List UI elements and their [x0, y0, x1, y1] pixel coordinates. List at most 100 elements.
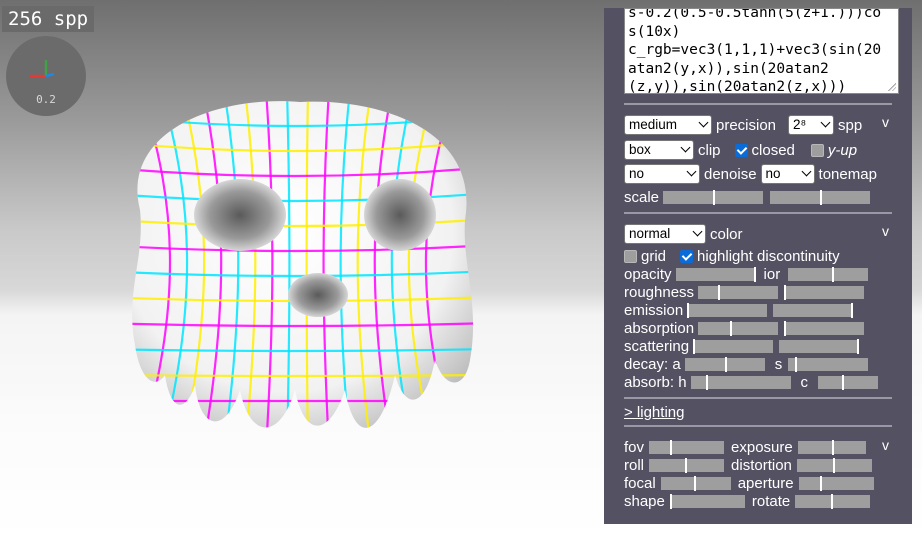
slider-thumb[interactable] [832, 457, 835, 473]
closed-checkbox[interactable] [734, 143, 748, 157]
chevron-down-icon [680, 142, 691, 153]
focal-slider[interactable] [660, 475, 731, 491]
expression-editor[interactable]: s-0.2(0.5-0.5tanh(5(z+1.)))co s(10x) c_rgb… [624, 8, 899, 94]
aperture-label: aperture [737, 474, 794, 492]
slider-thumb[interactable] [820, 189, 823, 205]
spp-counter: 256 spp [2, 6, 95, 32]
slider-thumb[interactable] [713, 189, 716, 205]
rotate-slider[interactable] [795, 493, 871, 509]
emission-slider[interactable] [687, 302, 768, 318]
slider-thumb[interactable] [784, 320, 787, 336]
slider-thumb[interactable] [694, 475, 697, 491]
slider-thumb[interactable] [851, 302, 854, 318]
slider-thumb[interactable] [842, 374, 845, 390]
color-mode-select[interactable]: normal [624, 224, 706, 244]
opacity-label: opacity [624, 265, 672, 283]
divider [624, 212, 892, 214]
slider-thumb[interactable] [730, 320, 733, 336]
shape-label: shape [624, 492, 665, 510]
tonemap-select[interactable]: no [760, 164, 815, 184]
right-eye-hole [364, 179, 436, 251]
fov-label: fov [624, 438, 645, 456]
chevron-down-icon [801, 166, 811, 177]
chevron-down-icon [698, 117, 709, 128]
slider-thumb[interactable] [753, 266, 756, 282]
slider-thumb[interactable] [718, 284, 721, 300]
code-line: c_rgb=vec3(1,1,1)+vec3(sin(20 [628, 42, 882, 58]
lighting-section-link[interactable]: > lighting [624, 404, 684, 421]
grid-checkbox[interactable] [624, 249, 637, 263]
distortion-label: distortion [731, 456, 792, 474]
nose-hole [288, 273, 348, 317]
slider-thumb[interactable] [832, 266, 835, 282]
roll-slider[interactable] [649, 457, 725, 473]
rendered-skull-object [132, 101, 474, 428]
absorption-slider-b[interactable] [784, 320, 865, 336]
slider-thumb[interactable] [693, 338, 696, 354]
spp-label: spp [838, 116, 863, 134]
control-panel: s-0.2(0.5-0.5tanh(5(z+1.)))co s(10x) c_rgb… [604, 8, 912, 524]
spp-select[interactable]: 2⁸ [788, 115, 835, 135]
fov-slider[interactable] [649, 439, 725, 455]
scale-slider-b[interactable] [770, 189, 871, 205]
render-section-toggle[interactable]: v [882, 114, 889, 130]
absorb-h-label: absorb: h [624, 373, 687, 391]
clip-select[interactable]: box [624, 140, 694, 160]
denoise-select[interactable]: no [624, 164, 700, 184]
axis-gizmo[interactable]: 0.2 [6, 36, 86, 116]
yup-checkbox[interactable] [810, 143, 824, 157]
opacity-slider[interactable] [675, 266, 756, 282]
slider-thumb[interactable] [831, 493, 834, 509]
decay-a-slider[interactable] [684, 356, 765, 372]
aperture-slider[interactable] [798, 475, 874, 491]
slider-thumb[interactable] [669, 493, 672, 509]
slider-thumb[interactable] [831, 439, 834, 455]
slider-thumb[interactable] [794, 356, 797, 372]
emission-label: emission [624, 301, 684, 319]
chevron-down-icon [820, 117, 831, 128]
scale-slider-a[interactable] [663, 189, 764, 205]
grid-label: grid [641, 247, 667, 265]
distortion-slider[interactable] [796, 457, 872, 473]
slider-thumb[interactable] [724, 356, 727, 372]
absorption-slider[interactable] [698, 320, 779, 336]
exposure-label: exposure [731, 438, 793, 456]
slider-thumb[interactable] [705, 374, 708, 390]
decay-s-slider[interactable] [788, 356, 869, 372]
code-line: (z,y)),sin(20atan2(z,x))) [628, 79, 847, 94]
chevron-down-icon [692, 226, 703, 237]
precision-select[interactable]: medium [624, 115, 712, 135]
chevron-down-icon [686, 166, 697, 177]
slider-thumb[interactable] [857, 338, 860, 354]
code-line: s-0.2(0.5-0.5tanh(5(z+1.)))co [628, 8, 882, 21]
clip-label: clip [698, 141, 721, 159]
emission-slider-b[interactable] [773, 302, 854, 318]
scattering-slider[interactable] [693, 338, 774, 354]
shape-slider[interactable] [669, 493, 745, 509]
yup-label: y-up [827, 141, 858, 159]
absorb-h-slider[interactable] [690, 374, 791, 390]
highlight-discontinuity-label: highlight discontinuity [697, 247, 840, 265]
decay-s-label: s [774, 355, 783, 373]
camera-section-toggle[interactable]: v [882, 437, 889, 453]
denoise-label: denoise [704, 165, 757, 183]
slider-thumb[interactable] [670, 439, 673, 455]
precision-label: precision [716, 116, 777, 134]
roughness-slider[interactable] [698, 284, 779, 300]
slider-thumb[interactable] [685, 457, 688, 473]
decay-a-label: decay: a [624, 355, 681, 373]
slider-thumb[interactable] [784, 284, 787, 300]
roll-label: roll [624, 456, 645, 474]
focal-label: focal [624, 474, 656, 492]
color-section-toggle[interactable]: v [882, 223, 889, 239]
exposure-slider[interactable] [797, 439, 866, 455]
ior-slider[interactable] [788, 266, 869, 282]
slider-thumb[interactable] [687, 302, 690, 318]
left-eye-hole [194, 179, 286, 251]
absorb-c-slider[interactable] [818, 374, 879, 390]
scattering-slider-b[interactable] [779, 338, 860, 354]
scale-label: scale [624, 188, 660, 206]
slider-thumb[interactable] [819, 475, 822, 491]
highlight-discontinuity-checkbox[interactable] [680, 249, 694, 263]
roughness-slider-b[interactable] [784, 284, 865, 300]
